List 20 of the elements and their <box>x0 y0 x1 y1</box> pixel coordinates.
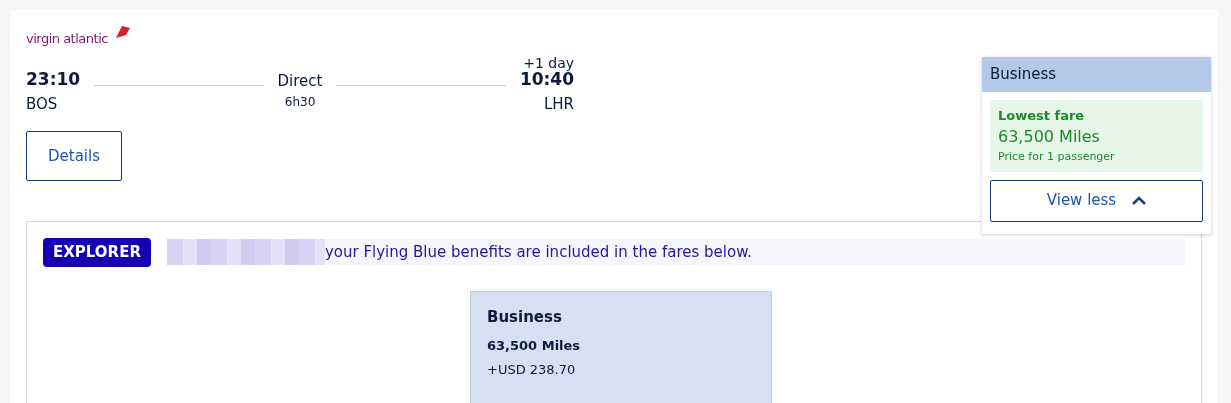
stops-label: Direct <box>277 71 323 93</box>
day-offset: +1 day <box>522 56 574 70</box>
tier-badge: EXPLORER <box>43 238 151 267</box>
fare-cabin: Business <box>487 306 563 328</box>
departure-airport: BOS <box>26 93 59 115</box>
view-less-button[interactable]: View less <box>990 179 1203 222</box>
lowest-fare-label: Lowest fare <box>998 106 1086 125</box>
airline-logo: virgin atlantic <box>26 29 108 48</box>
fare-price: 63,500 Miles <box>998 126 1101 148</box>
flight-duration: 6h30 <box>283 93 317 111</box>
fare-tax: +USD 238.70 <box>487 360 577 379</box>
fare-tile[interactable]: Business 63,500 Miles +USD 238.70 <box>470 290 772 403</box>
arrival-airport: LHR <box>542 93 574 115</box>
arrival-time: 10:40 <box>519 70 574 89</box>
departure-time: 23:10 <box>26 70 81 89</box>
fare-miles: 63,500 Miles <box>487 337 582 356</box>
details-button[interactable]: Details <box>26 131 122 182</box>
benefits-message: your Flying Blue benefits are included in the fares below. <box>324 242 752 264</box>
price-note: Price for 1 passenger <box>998 149 1116 165</box>
popup-cabin-header: Business <box>982 57 1211 92</box>
